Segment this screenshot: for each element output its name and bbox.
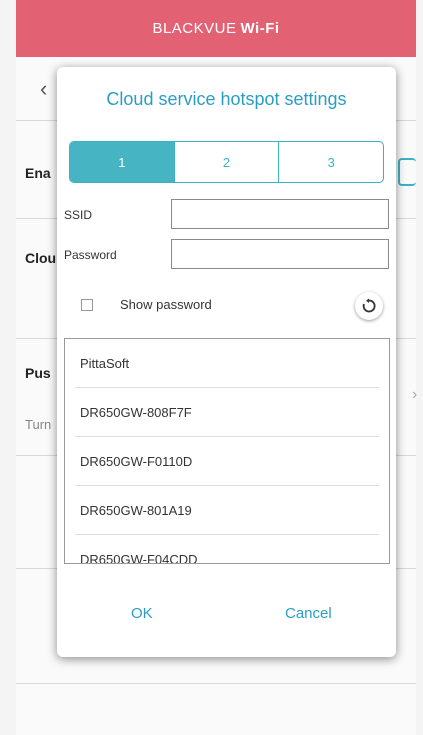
app-title: BLACKVUE — [152, 20, 237, 37]
refresh-icon — [362, 298, 376, 313]
refresh-button[interactable] — [355, 292, 383, 320]
password-label: Password — [64, 248, 117, 262]
setting-push-sub: Turn — [25, 417, 52, 432]
show-password-checkbox[interactable] — [81, 299, 93, 311]
enable-toggle[interactable] — [398, 158, 416, 186]
network-item[interactable]: DR650GW-F04CDD — [75, 535, 379, 564]
setting-enable-label: Ena — [25, 165, 51, 181]
network-item[interactable]: DR650GW-801A19 — [75, 486, 379, 535]
show-password-label: Show password — [120, 297, 212, 312]
ok-button[interactable]: OK — [131, 605, 153, 622]
network-item[interactable]: PittaSoft — [75, 339, 379, 388]
tab-slot-1[interactable]: 1 — [70, 142, 174, 182]
hotspot-slot-tabs: 1 2 3 — [69, 141, 384, 183]
setting-cloud-label: Clou — [25, 250, 57, 266]
divider — [16, 683, 416, 684]
tab-slot-3[interactable]: 3 — [278, 142, 383, 182]
chevron-right-icon: › — [412, 386, 418, 403]
tab-slot-2[interactable]: 2 — [173, 142, 279, 182]
setting-push-label: Pus — [25, 365, 51, 381]
dialog-title: Cloud service hotspot settings — [106, 89, 347, 109]
ssid-input[interactable] — [171, 199, 389, 229]
app-header: BLACKVUE Wi-Fi — [16, 0, 416, 57]
app-title-wifi: Wi-Fi — [240, 20, 280, 37]
cancel-button[interactable]: Cancel — [285, 605, 332, 622]
network-item[interactable]: DR650GW-F0110D — [75, 437, 379, 486]
network-list[interactable]: PittaSoft DR650GW-808F7F DR650GW-F0110D … — [64, 338, 390, 564]
ssid-label: SSID — [64, 208, 93, 222]
hotspot-settings-dialog: Cloud service hotspot settings 1 2 3 SSI… — [57, 67, 396, 657]
password-input[interactable] — [171, 239, 389, 269]
network-item[interactable]: DR650GW-808F7F — [75, 388, 379, 437]
back-button[interactable]: ‹ — [40, 76, 47, 102]
